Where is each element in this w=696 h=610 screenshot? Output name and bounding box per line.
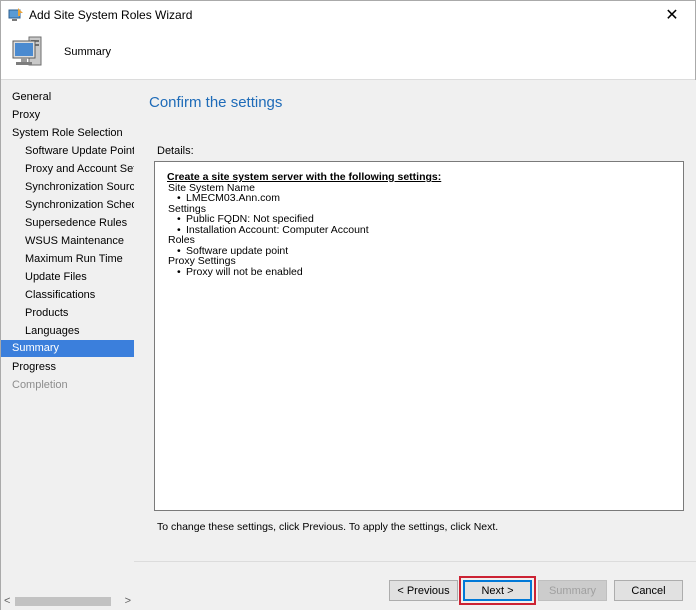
summary-button: Summary — [538, 580, 607, 601]
nav-item-supersedence-rules[interactable]: Supersedence Rules — [1, 214, 134, 232]
nav-item-software-update-point[interactable]: Software Update Point — [1, 142, 134, 160]
nav-item-proxy-and-account-settings[interactable]: Proxy and Account Settin — [1, 160, 134, 178]
nav-item-synchronization-source[interactable]: Synchronization Source — [1, 178, 134, 196]
wizard-window: Add Site System Roles Wizard ✕ Summary G… — [0, 0, 696, 610]
details-label: Details: — [157, 145, 194, 157]
cancel-button[interactable]: Cancel — [614, 580, 683, 601]
nav-item-synchronization-schedule[interactable]: Synchronization Schedule — [1, 196, 134, 214]
nav-item-summary[interactable]: Summary — [1, 340, 134, 357]
wizard-main-panel: Confirm the settings Details: Create a s… — [134, 80, 696, 610]
nav-item-progress[interactable]: Progress — [1, 358, 134, 376]
window-title: Add Site System Roles Wizard — [29, 8, 193, 22]
wizard-header: Summary — [1, 29, 695, 79]
page-heading: Confirm the settings — [149, 94, 283, 111]
details-text-box[interactable]: Create a site system server with the fol… — [154, 161, 684, 511]
proxy-settings-label: Proxy Settings — [168, 255, 236, 267]
close-icon[interactable]: ✕ — [649, 1, 695, 29]
scrollbar-thumb[interactable] — [15, 597, 111, 606]
footer-divider — [134, 561, 696, 562]
instruction-hint: To change these settings, click Previous… — [157, 521, 499, 533]
previous-button[interactable]: < Previous — [389, 580, 458, 601]
site-system-name-value: LMECM03.Ann.com — [167, 193, 671, 204]
nav-item-update-files[interactable]: Update Files — [1, 268, 134, 286]
public-fqdn-value: Public FQDN: Not specified — [167, 214, 671, 225]
wizard-nav: General Proxy System Role Selection Soft… — [1, 80, 134, 593]
nav-horizontal-scrollbar[interactable]: < > — [1, 593, 134, 610]
role-software-update-point: Software update point — [167, 245, 671, 257]
nav-item-general[interactable]: General — [1, 88, 134, 106]
scroll-right-icon[interactable]: > — [125, 595, 131, 607]
details-headline: Create a site system server with the fol… — [167, 171, 442, 183]
nav-item-languages[interactable]: Languages — [1, 322, 134, 340]
nav-item-completion: Completion — [12, 379, 68, 391]
title-bar: Add Site System Roles Wizard ✕ — [1, 1, 695, 29]
nav-item-products[interactable]: Products — [1, 304, 134, 322]
next-button[interactable]: Next > — [459, 576, 536, 605]
computer-icon — [9, 33, 51, 73]
roles-label: Roles — [168, 234, 195, 246]
proxy-setting-value: Proxy will not be enabled — [167, 266, 671, 278]
installation-account-value: Installation Account: Computer Account — [167, 224, 671, 236]
nav-item-maximum-run-time[interactable]: Maximum Run Time — [1, 250, 134, 268]
nav-item-system-role-selection[interactable]: System Role Selection — [1, 124, 134, 142]
wizard-app-icon — [8, 7, 24, 23]
page-name: Summary — [64, 46, 112, 58]
nav-item-classifications[interactable]: Classifications — [1, 286, 134, 304]
nav-item-proxy[interactable]: Proxy — [1, 106, 134, 124]
scroll-left-icon[interactable]: < — [4, 595, 10, 607]
nav-item-wsus-maintenance[interactable]: WSUS Maintenance — [1, 232, 134, 250]
